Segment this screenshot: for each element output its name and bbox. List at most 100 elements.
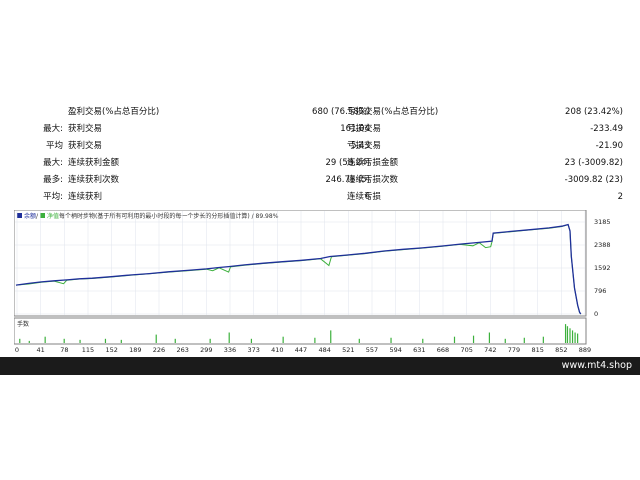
lot-bar — [174, 338, 176, 343]
stats-row-value2: 23 (-3009.82) — [564, 158, 623, 168]
stats-row-value2: -21.90 — [595, 141, 623, 151]
lot-bar — [19, 338, 21, 343]
lot-bar — [488, 332, 491, 343]
stats-row-label: 获利交易 — [68, 141, 103, 151]
lot-bar — [79, 339, 81, 343]
stats-row: 最大: 连续获利金额 29 (58.24) 连续亏损金额 23 (-3009.82) — [0, 155, 640, 172]
x-tick-label: 484 — [318, 346, 330, 354]
x-tick-label: 815 — [531, 346, 543, 354]
lot-bar — [314, 337, 316, 343]
stats-row-label: 获利交易 — [68, 124, 103, 134]
x-tick-label: 447 — [295, 346, 307, 354]
lot-plot-frame — [14, 317, 587, 345]
stats-row: 最大: 获利交易 161.04 亏损交易 -233.49 — [0, 121, 640, 138]
equity-legend-label: 净值 — [47, 212, 59, 220]
lot-bar — [155, 334, 157, 343]
stats-row-prefix: 最大: — [43, 158, 63, 168]
lot-bar — [63, 338, 65, 343]
x-tick-label: 852 — [555, 346, 567, 354]
x-tick-label: 78 — [60, 346, 68, 354]
stats-row-value2: -233.49 — [590, 124, 623, 134]
stats-row-value2: 208 (23.42%) — [565, 107, 623, 117]
watermark: www.mt4.shop — [561, 360, 632, 371]
lot-bar — [453, 336, 456, 343]
x-tick-label: 631 — [413, 346, 425, 354]
lot-bar — [472, 335, 475, 343]
stats-row: 最多: 连续获利次数 246.78 (5) 连续亏损次数 -3009.82 (23) — [0, 172, 640, 189]
x-tick-label: 668 — [437, 346, 449, 354]
lot-bar — [422, 338, 424, 343]
y-tick-label: 1592 — [594, 264, 611, 272]
stats-row-prefix: 最大: — [43, 124, 63, 134]
x-tick-label: 889 — [579, 346, 591, 354]
x-axis-ticks: 0 41 78 115 152 189 226 263 299 336 373 410 447 484 52… — [15, 346, 591, 354]
x-tick-label: 152 — [105, 346, 117, 354]
stats-row-value2: 2 — [617, 192, 623, 202]
main-plot-frame — [14, 210, 587, 317]
lot-bar — [571, 330, 574, 343]
x-tick-label: 336 — [224, 346, 236, 354]
lot-bar — [577, 333, 579, 343]
chart-legend: 余额 / 净值 每个柄时步物(基于所有可利用的最小时段的每一个步长的分形插值计算… — [17, 212, 279, 220]
y-axis-ticks: 3185 2388 1592 796 0 — [594, 218, 611, 318]
lot-bar — [504, 338, 506, 343]
lot-bar — [542, 336, 544, 343]
y-tick-label: 3185 — [594, 218, 611, 226]
lot-bar — [250, 338, 253, 343]
x-tick-label: 705 — [460, 346, 472, 354]
stats-row-prefix: 最多: — [43, 175, 63, 185]
lot-bar — [28, 340, 30, 343]
stats-row-label2: 连续亏损金额 — [347, 158, 399, 168]
x-tick-label: 742 — [484, 346, 496, 354]
trade-statistics: 盈利交易(%占总百分比) 680 (76.58%) 亏损交易(%占总百分比) 208 … — [0, 104, 640, 208]
lot-bar — [282, 336, 284, 343]
stats-row: 平均 获利交易 5.43 亏损交易 -21.90 — [0, 138, 640, 155]
stats-row-label: 连续获利金额 — [68, 158, 120, 168]
x-tick-label: 594 — [389, 346, 401, 354]
stats-row-label2: 亏损交易(%占总百分比) — [347, 107, 439, 117]
stats-row-label2: 亏损交易 — [347, 141, 382, 151]
stats-row-prefix: 平均: — [43, 192, 63, 202]
stats-row-label2: 连续亏损 — [347, 192, 382, 202]
lot-bar — [44, 336, 46, 343]
lot-bar — [390, 337, 392, 343]
stats-row-value2: -3009.82 (23) — [564, 175, 623, 185]
lot-bar — [569, 328, 571, 343]
x-tick-label: 410 — [271, 346, 283, 354]
lot-bar — [564, 324, 567, 343]
lot-panel-label: 手数 — [17, 320, 29, 328]
footer-bar: www.mt4.shop — [0, 357, 640, 375]
balance-legend-label: 余额 — [24, 212, 36, 220]
stats-row-prefix: 平均 — [45, 141, 63, 151]
x-tick-label: 41 — [37, 346, 45, 354]
stats-row-label2: 亏损交易 — [347, 124, 382, 134]
lot-bar — [209, 338, 211, 343]
lot-bar — [574, 332, 576, 343]
x-tick-label: 263 — [176, 346, 188, 354]
lot-bar — [358, 338, 360, 343]
y-tick-label: 2388 — [594, 241, 611, 249]
x-tick-label: 299 — [200, 346, 212, 354]
y-tick-label: 0 — [594, 310, 598, 318]
stats-row: 盈利交易(%占总百分比) 680 (76.58%) 亏损交易(%占总百分比) 208 … — [0, 104, 640, 121]
balance-chart: 余额 / 净值 每个柄时步物(基于所有可利用的最小时段的每一个步长的分形插值计算… — [14, 210, 628, 354]
x-tick-label: 115 — [82, 346, 94, 354]
x-tick-label: 557 — [366, 346, 378, 354]
x-tick-label: 189 — [129, 346, 141, 354]
lot-bar — [523, 337, 525, 343]
balance-legend-swatch — [17, 213, 22, 218]
x-tick-label: 779 — [508, 346, 520, 354]
x-tick-label: 0 — [15, 346, 19, 354]
lot-bar — [120, 339, 122, 343]
lot-bar — [566, 326, 569, 343]
balance-chart-svg: 余额 / 净值 每个柄时步物(基于所有可利用的最小时段的每一个步长的分形插值计算… — [14, 210, 611, 354]
stats-row: 平均: 连续获利 6 连续亏损 2 — [0, 189, 640, 206]
stats-row-label: 连续获利 — [68, 192, 103, 202]
stats-row-label2: 连续亏损次数 — [347, 175, 399, 185]
stats-row-label: 连续获利次数 — [68, 175, 120, 185]
lot-bar — [104, 338, 107, 343]
lot-bar — [228, 332, 230, 343]
legend-description: 每个柄时步物(基于所有可利用的最小时段的每一个步长的分形插值计算) / 89.9… — [59, 212, 279, 220]
x-tick-label: 521 — [342, 346, 354, 354]
x-tick-label: 373 — [247, 346, 259, 354]
